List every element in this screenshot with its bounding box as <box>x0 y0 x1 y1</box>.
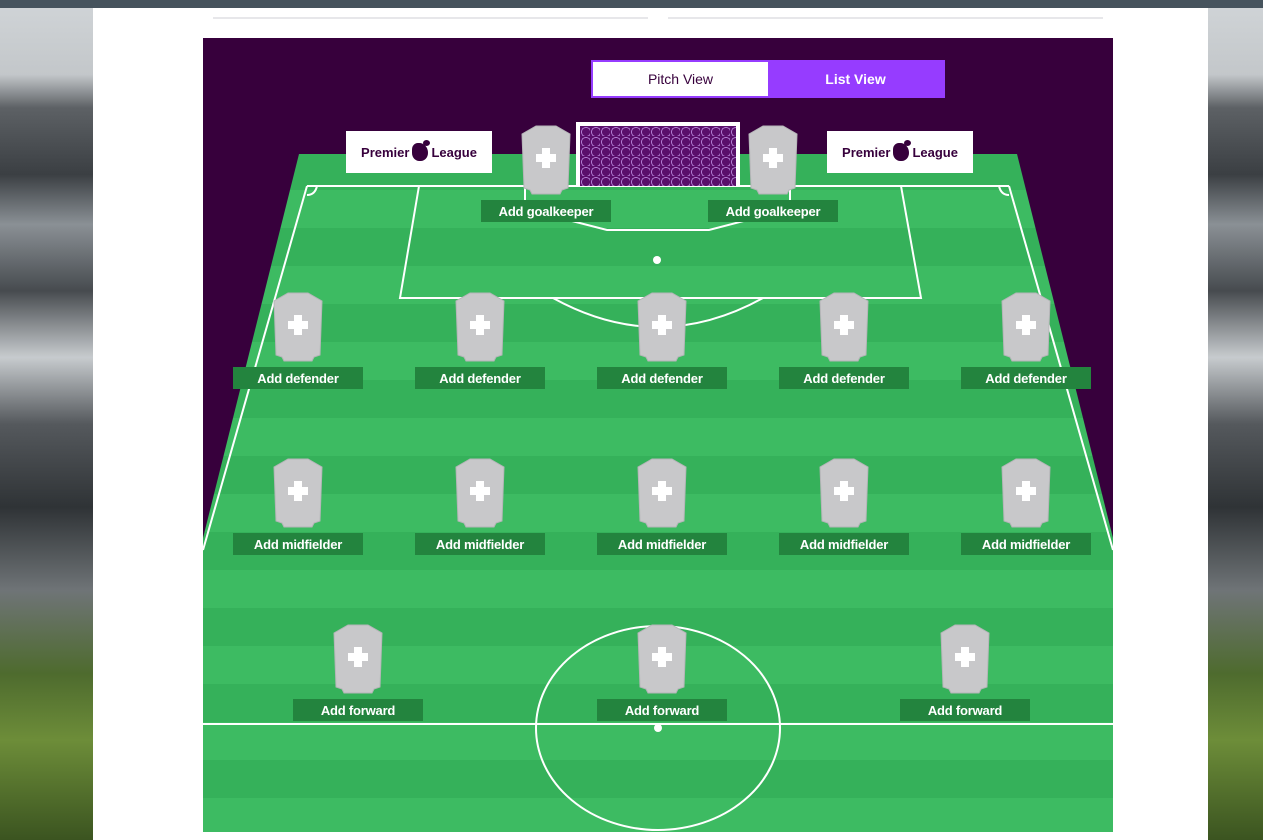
stadium-background-right <box>1208 8 1263 840</box>
shirt-placeholder-icon <box>1001 458 1051 528</box>
defender-slot-1[interactable]: Add defender <box>233 291 363 391</box>
add-midfielder-button[interactable]: Add midfielder <box>779 533 909 555</box>
midfielder-slot-3[interactable]: Add midfielder <box>597 457 727 557</box>
defender-slot-4[interactable]: Add defender <box>779 291 909 391</box>
add-defender-button[interactable]: Add defender <box>233 367 363 389</box>
shirt-placeholder-icon <box>521 125 571 195</box>
add-forward-button[interactable]: Add forward <box>293 699 423 721</box>
add-goalkeeper-button[interactable]: Add goalkeeper <box>708 200 838 222</box>
add-defender-button[interactable]: Add defender <box>779 367 909 389</box>
shirt-placeholder-icon <box>333 624 383 694</box>
premier-league-board-right: Premier League <box>827 131 973 173</box>
divider <box>213 17 648 19</box>
add-defender-button[interactable]: Add defender <box>597 367 727 389</box>
shirt-placeholder-icon <box>819 292 869 362</box>
goalkeeper-slot-2[interactable]: Add goalkeeper <box>708 124 838 224</box>
add-forward-button[interactable]: Add forward <box>597 699 727 721</box>
board-text: League <box>431 144 477 160</box>
defender-slot-3[interactable]: Add defender <box>597 291 727 391</box>
shirt-placeholder-icon <box>940 624 990 694</box>
list-view-button[interactable]: List View <box>768 62 943 96</box>
midfielder-slot-5[interactable]: Add midfielder <box>961 457 1091 557</box>
view-toggle: Pitch View List View <box>591 60 945 98</box>
shirt-placeholder-icon <box>748 125 798 195</box>
divider <box>668 17 1103 19</box>
shirt-placeholder-icon <box>273 458 323 528</box>
defender-slot-5[interactable]: Add defender <box>961 291 1091 391</box>
goalkeeper-slot-1[interactable]: Add goalkeeper <box>481 124 611 224</box>
pitch-view-button[interactable]: Pitch View <box>593 62 768 96</box>
midfielder-slot-1[interactable]: Add midfielder <box>233 457 363 557</box>
pitch-area: Pitch View List View Premier League Prem… <box>203 38 1113 832</box>
premier-league-board-left: Premier League <box>346 131 492 173</box>
shirt-placeholder-icon <box>637 624 687 694</box>
forward-slot-3[interactable]: Add forward <box>900 623 1030 723</box>
board-text: League <box>912 144 958 160</box>
board-text: Premier <box>361 144 410 160</box>
shirt-placeholder-icon <box>273 292 323 362</box>
forward-slot-2[interactable]: Add forward <box>597 623 727 723</box>
add-defender-button[interactable]: Add defender <box>415 367 545 389</box>
shirt-placeholder-icon <box>455 458 505 528</box>
add-forward-button[interactable]: Add forward <box>900 699 1030 721</box>
premier-league-lion-icon <box>412 140 431 161</box>
premier-league-lion-icon <box>893 140 912 161</box>
add-goalkeeper-button[interactable]: Add goalkeeper <box>481 200 611 222</box>
add-midfielder-button[interactable]: Add midfielder <box>415 533 545 555</box>
midfielder-slot-4[interactable]: Add midfielder <box>779 457 909 557</box>
shirt-placeholder-icon <box>637 458 687 528</box>
add-midfielder-button[interactable]: Add midfielder <box>961 533 1091 555</box>
add-midfielder-button[interactable]: Add midfielder <box>233 533 363 555</box>
forward-slot-1[interactable]: Add forward <box>293 623 423 723</box>
shirt-placeholder-icon <box>637 292 687 362</box>
content-panel: Pitch View List View Premier League Prem… <box>93 8 1208 840</box>
top-bar <box>0 0 1263 8</box>
board-text: Premier <box>842 144 891 160</box>
defender-slot-2[interactable]: Add defender <box>415 291 545 391</box>
stadium-background-left <box>0 8 93 840</box>
shirt-placeholder-icon <box>1001 292 1051 362</box>
midfielder-slot-2[interactable]: Add midfielder <box>415 457 545 557</box>
add-midfielder-button[interactable]: Add midfielder <box>597 533 727 555</box>
shirt-placeholder-icon <box>819 458 869 528</box>
add-defender-button[interactable]: Add defender <box>961 367 1091 389</box>
shirt-placeholder-icon <box>455 292 505 362</box>
